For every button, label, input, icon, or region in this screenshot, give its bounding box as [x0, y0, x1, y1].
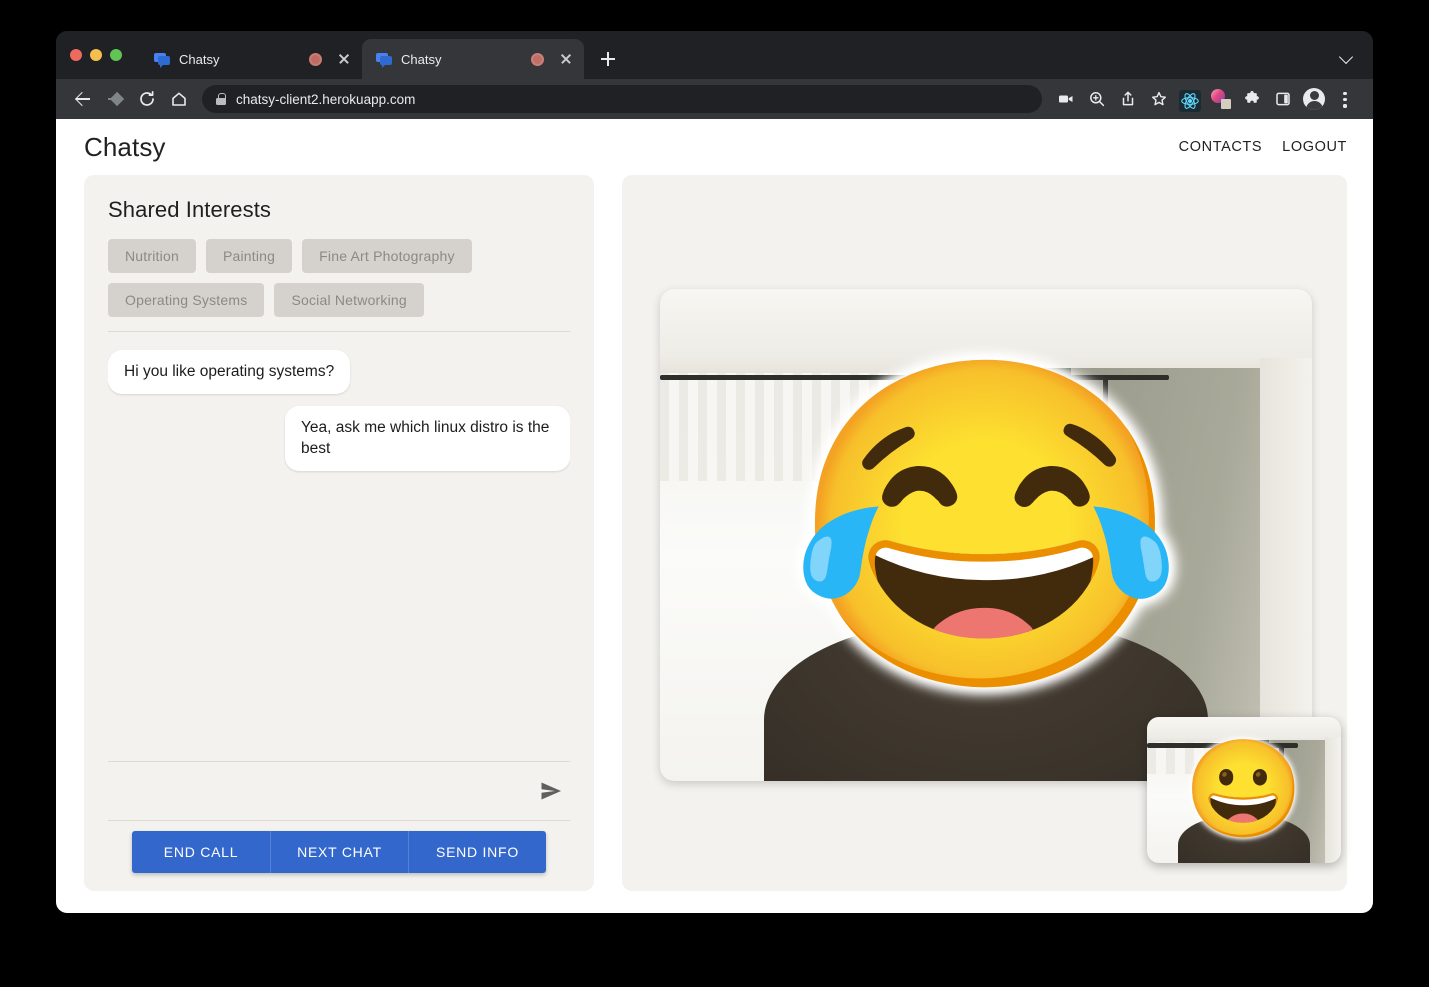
- share-icon[interactable]: [1114, 85, 1142, 113]
- message-bubble-incoming: Hi you like operating systems?: [108, 350, 351, 395]
- tab-recording-indicator-icon[interactable]: [531, 52, 544, 66]
- message-list: Hi you like operating systems? Yea, ask …: [108, 350, 570, 761]
- window-maximize-button[interactable]: [110, 49, 122, 61]
- button-group: END CALL NEXT CHAT SEND INFO: [132, 831, 546, 873]
- chat-bubble-icon: [154, 51, 170, 68]
- window-minimize-button[interactable]: [90, 49, 102, 61]
- chat-bubble-icon: [376, 51, 392, 68]
- react-devtools-extension-icon[interactable]: [1176, 85, 1204, 113]
- next-chat-button[interactable]: NEXT CHAT: [270, 831, 408, 873]
- interest-chip[interactable]: Painting: [205, 239, 293, 273]
- header-nav: CONTACTS LOGOUT: [1179, 139, 1347, 155]
- arrow-left-icon[interactable]: [68, 84, 98, 114]
- url-text: chatsy-client2.herokuapp.com: [236, 91, 416, 107]
- window-traffic-lights: [70, 31, 140, 79]
- zoom-in-icon[interactable]: [1083, 85, 1111, 113]
- window-close-button[interactable]: [70, 49, 82, 61]
- browser-tab-2[interactable]: Chatsy: [362, 39, 584, 79]
- nav-link-logout[interactable]: LOGOUT: [1282, 139, 1347, 155]
- message-bubble-outgoing: Yea, ask me which linux distro is the be…: [285, 406, 570, 472]
- tab-close-icon[interactable]: [335, 50, 353, 68]
- nav-link-contacts[interactable]: CONTACTS: [1179, 139, 1262, 155]
- new-tab-button[interactable]: [594, 45, 622, 73]
- send-info-button[interactable]: SEND INFO: [408, 831, 546, 873]
- profile-avatar-icon[interactable]: [1300, 85, 1328, 113]
- interest-chip[interactable]: Nutrition: [108, 239, 196, 273]
- app-header: Chatsy CONTACTS LOGOUT: [56, 119, 1373, 175]
- interest-chip[interactable]: Fine Art Photography: [302, 239, 472, 273]
- tab-title: Chatsy: [179, 51, 220, 67]
- end-call-button[interactable]: END CALL: [132, 831, 270, 873]
- toolbar-icon-group: [1052, 85, 1359, 113]
- home-icon[interactable]: [164, 84, 194, 114]
- interest-chip[interactable]: Social Networking: [274, 283, 424, 317]
- bookmark-star-icon[interactable]: [1145, 85, 1173, 113]
- interest-chip-list: Nutrition Painting Fine Art Photography …: [108, 239, 570, 317]
- tab-recording-indicator-icon[interactable]: [309, 52, 322, 66]
- side-panel-icon[interactable]: [1269, 85, 1297, 113]
- chat-panel: Shared Interests Nutrition Painting Fine…: [84, 175, 594, 891]
- remote-video[interactable]: 😂: [660, 289, 1312, 781]
- reload-icon[interactable]: [132, 84, 162, 114]
- divider: [108, 331, 570, 332]
- shared-interests-heading: Shared Interests: [108, 197, 272, 222]
- tab-title: Chatsy: [401, 51, 442, 67]
- send-arrow-icon[interactable]: [536, 776, 566, 806]
- local-video-pip[interactable]: 😀: [1147, 717, 1341, 863]
- app-body: Shared Interests Nutrition Painting Fine…: [56, 175, 1373, 913]
- tab-strip: Chatsy Chatsy: [56, 31, 1373, 79]
- video-panel: 😂 😀: [622, 175, 1347, 891]
- address-bar[interactable]: chatsy-client2.herokuapp.com: [202, 85, 1042, 113]
- browser-toolbar: chatsy-client2.herokuapp.com: [56, 79, 1373, 119]
- page-title: Chatsy: [84, 131, 166, 162]
- three-dot-menu-icon[interactable]: [1331, 85, 1359, 113]
- chevron-down-icon[interactable]: [1337, 47, 1357, 67]
- interest-chip[interactable]: Operating Systems: [108, 283, 265, 317]
- video-camera-icon[interactable]: [1052, 85, 1080, 113]
- call-action-bar: END CALL NEXT CHAT SEND INFO: [108, 831, 570, 873]
- puzzle-extensions-icon[interactable]: [1238, 85, 1266, 113]
- divider: [108, 820, 570, 821]
- browser-tab-1[interactable]: Chatsy: [140, 39, 362, 79]
- page-viewport: Chatsy CONTACTS LOGOUT Shared Interests …: [56, 119, 1373, 913]
- message-input[interactable]: [112, 782, 536, 800]
- tab-close-icon[interactable]: [557, 50, 575, 68]
- grinning-face-icon: 😀: [1184, 736, 1304, 843]
- browser-window: Chatsy Chatsy chatsy-client2.herokuapp.c…: [56, 31, 1373, 913]
- color-picker-extension-icon[interactable]: [1207, 85, 1235, 113]
- message-composer: [108, 762, 570, 820]
- face-with-tears-of-joy-icon: 😂: [786, 346, 1186, 705]
- lock-icon: [216, 93, 226, 105]
- arrow-right-icon[interactable]: [100, 84, 130, 114]
